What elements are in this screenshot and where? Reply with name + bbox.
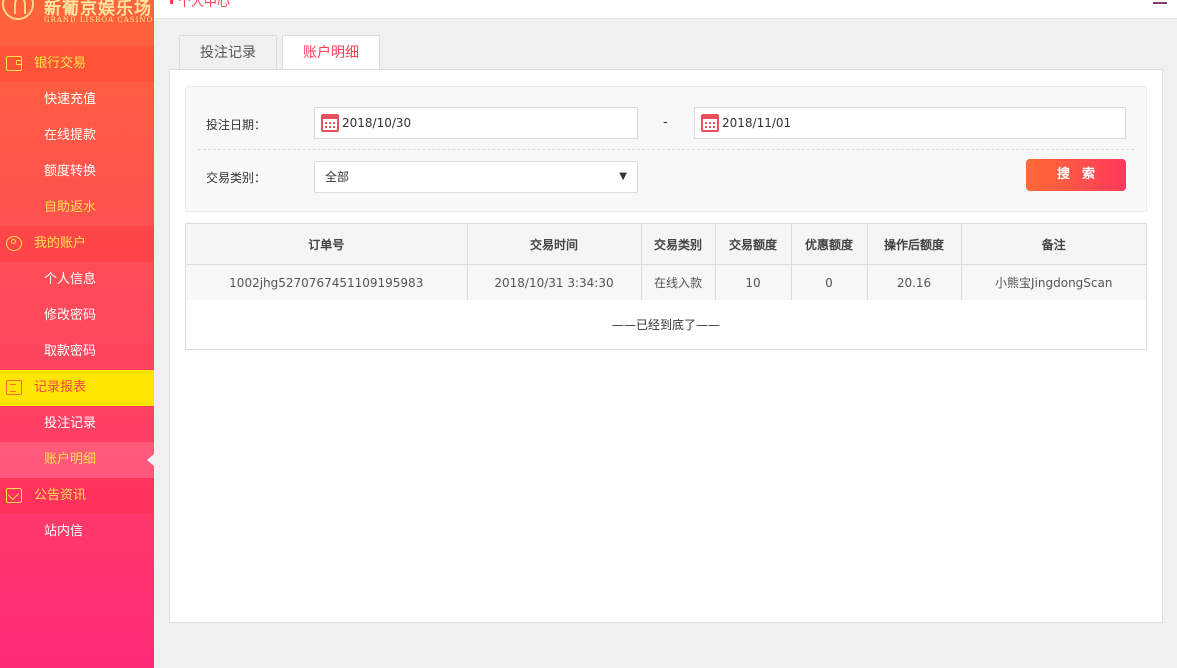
breadcrumb: 个人中心 bbox=[178, 0, 231, 10]
date-from-value: 2018/10/30 bbox=[342, 116, 412, 130]
cell-order-no: 1002jhg5270767451109195983 bbox=[186, 264, 468, 300]
sidebar-item-profile[interactable]: 个人信息 bbox=[0, 262, 154, 298]
sidebar-item-withdraw-password[interactable]: 取款密码 bbox=[0, 334, 154, 370]
date-to-input[interactable]: 2018/11/01 bbox=[694, 107, 1126, 139]
date-to-value: 2018/11/01 bbox=[722, 116, 792, 130]
end-of-list-note: ——已经到底了—— bbox=[611, 318, 720, 332]
nav-group-account[interactable]: 我的账户 bbox=[0, 226, 154, 262]
dropdown-arrow-icon: ▼ bbox=[619, 171, 627, 182]
calendar-icon[interactable] bbox=[321, 114, 339, 132]
cell-balance-after: 20.16 bbox=[867, 264, 962, 300]
main-panel: 投注日期： 2018/10/30 - 2018/11/01 交易类别： 全部 ▼… bbox=[169, 69, 1163, 623]
col-bonus: 优惠额度 bbox=[791, 224, 868, 265]
sidebar-item-bet-records[interactable]: 投注记录 bbox=[0, 406, 154, 442]
sidebar: 新葡京娱乐场 GRAND LISBOA CASINO 银行交易 快速充值 在线提… bbox=[0, 0, 154, 668]
nav-group-label: 我的账户 bbox=[34, 236, 87, 251]
records-table: 订单号 交易时间 交易类别 交易额度 优惠额度 操作后额度 备注 1002jhg… bbox=[185, 223, 1147, 350]
cell-type: 在线入款 bbox=[641, 264, 716, 300]
report-icon bbox=[6, 380, 22, 395]
table-row[interactable]: 1002jhg5270767451109195983 2018/10/31 3:… bbox=[186, 264, 1146, 300]
wallet-icon bbox=[6, 56, 22, 71]
filter-form: 投注日期： 2018/10/30 - 2018/11/01 交易类别： 全部 ▼… bbox=[185, 86, 1147, 212]
logo-coin-icon bbox=[2, 0, 34, 20]
cell-bonus: 0 bbox=[791, 264, 868, 300]
logo[interactable]: 新葡京娱乐场 GRAND LISBOA CASINO bbox=[0, 0, 154, 28]
filter-divider bbox=[198, 149, 1134, 150]
sidebar-item-inbox[interactable]: 站内信 bbox=[0, 514, 154, 550]
nav-group-bank[interactable]: 银行交易 bbox=[0, 46, 154, 82]
logo-subtitle: GRAND LISBOA CASINO bbox=[44, 16, 154, 24]
sidebar-item-online-withdraw[interactable]: 在线提款 bbox=[0, 118, 154, 154]
date-from-input[interactable]: 2018/10/30 bbox=[314, 107, 638, 139]
calendar-icon[interactable] bbox=[701, 114, 719, 132]
sidebar-nav: 银行交易 快速充值 在线提款 额度转换 自助返水 我的账户 个人信息 修改密码 … bbox=[0, 46, 154, 550]
nav-group-label: 公告资讯 bbox=[34, 488, 87, 503]
nav-group-news[interactable]: 公告资讯 bbox=[0, 478, 154, 514]
menu-icon[interactable] bbox=[1153, 0, 1167, 4]
type-select[interactable]: 全部 ▼ bbox=[314, 161, 638, 193]
sidebar-item-change-password[interactable]: 修改密码 bbox=[0, 298, 154, 334]
tab-account-details[interactable]: 账户明细 bbox=[282, 35, 380, 71]
col-amount: 交易额度 bbox=[715, 224, 792, 265]
date-label: 投注日期： bbox=[206, 118, 267, 132]
col-balance-after: 操作后额度 bbox=[867, 224, 962, 265]
user-icon bbox=[6, 236, 22, 251]
mail-icon bbox=[6, 488, 22, 503]
date-separator: - bbox=[663, 115, 668, 130]
sidebar-item-account-details[interactable]: 账户明细 bbox=[0, 442, 154, 478]
cell-amount: 10 bbox=[715, 264, 792, 300]
sidebar-item-transfer[interactable]: 额度转换 bbox=[0, 154, 154, 190]
nav-group-label: 记录报表 bbox=[34, 380, 87, 395]
nav-group-label: 银行交易 bbox=[34, 56, 87, 71]
search-button[interactable]: 搜索 bbox=[1026, 159, 1126, 191]
nav-group-reports[interactable]: 记录报表 bbox=[0, 370, 154, 406]
header-accent-mark bbox=[170, 0, 173, 4]
sidebar-item-rebate[interactable]: 自助返水 bbox=[0, 190, 154, 226]
cell-time: 2018/10/31 3:34:30 bbox=[467, 264, 642, 300]
cell-remark: 小熊宝JingdongScan bbox=[961, 264, 1146, 300]
type-label: 交易类别： bbox=[206, 171, 267, 185]
table-header-row: 订单号 交易时间 交易类别 交易额度 优惠额度 操作后额度 备注 bbox=[186, 224, 1146, 265]
top-header: 个人中心 bbox=[154, 0, 1177, 19]
col-time: 交易时间 bbox=[467, 224, 642, 265]
type-select-value: 全部 bbox=[325, 170, 350, 184]
col-order-no: 订单号 bbox=[186, 224, 468, 265]
sidebar-item-quick-deposit[interactable]: 快速充值 bbox=[0, 82, 154, 118]
col-type: 交易类别 bbox=[641, 224, 716, 265]
col-remark: 备注 bbox=[961, 224, 1146, 265]
tab-bet-records[interactable]: 投注记录 bbox=[179, 35, 277, 69]
